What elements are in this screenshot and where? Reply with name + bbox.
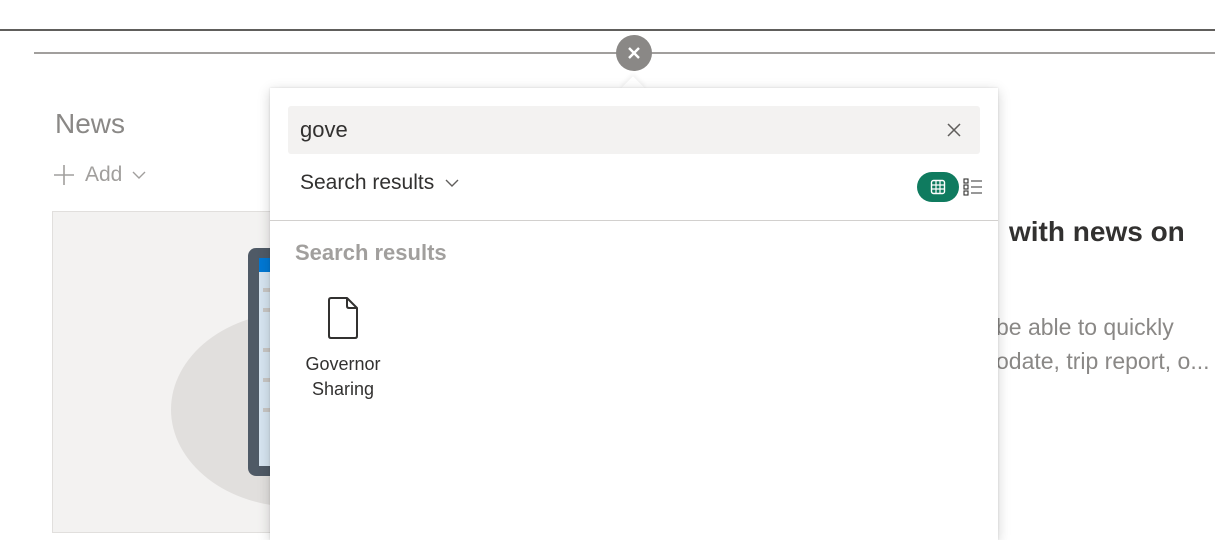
news-empty-description-line2: odate, trip report, o... bbox=[996, 348, 1210, 374]
panel-divider bbox=[270, 220, 998, 221]
page-top-divider bbox=[0, 29, 1215, 31]
grid-view-toggle[interactable] bbox=[917, 172, 959, 202]
news-empty-heading: with news on bbox=[1009, 216, 1185, 247]
result-tile-governor-sharing[interactable]: Governor Sharing bbox=[288, 288, 398, 408]
plus-icon bbox=[54, 165, 74, 185]
search-input[interactable] bbox=[300, 114, 920, 146]
webpart-picker-panel: Search results Search results Governor S… bbox=[270, 88, 998, 540]
close-icon[interactable] bbox=[944, 120, 964, 140]
file-icon bbox=[328, 297, 358, 339]
close-icon bbox=[628, 47, 640, 59]
add-news-label: Add bbox=[85, 163, 123, 186]
search-box bbox=[288, 106, 980, 154]
news-empty-description-line1: be able to quickly bbox=[996, 314, 1174, 340]
search-results-heading: Search results bbox=[295, 240, 447, 265]
add-news-button[interactable]: Add bbox=[53, 163, 146, 187]
grid-icon bbox=[930, 179, 946, 195]
chevron-down-icon bbox=[445, 179, 459, 187]
chevron-down-icon bbox=[132, 171, 146, 179]
results-filter-dropdown[interactable]: Search results bbox=[300, 171, 460, 195]
list-icon[interactable] bbox=[963, 177, 983, 197]
result-tile-label: Governor Sharing bbox=[305, 354, 381, 399]
close-picker-button[interactable] bbox=[616, 35, 652, 71]
filter-dropdown-label: Search results bbox=[300, 171, 435, 194]
news-webpart-title: News bbox=[55, 108, 126, 139]
